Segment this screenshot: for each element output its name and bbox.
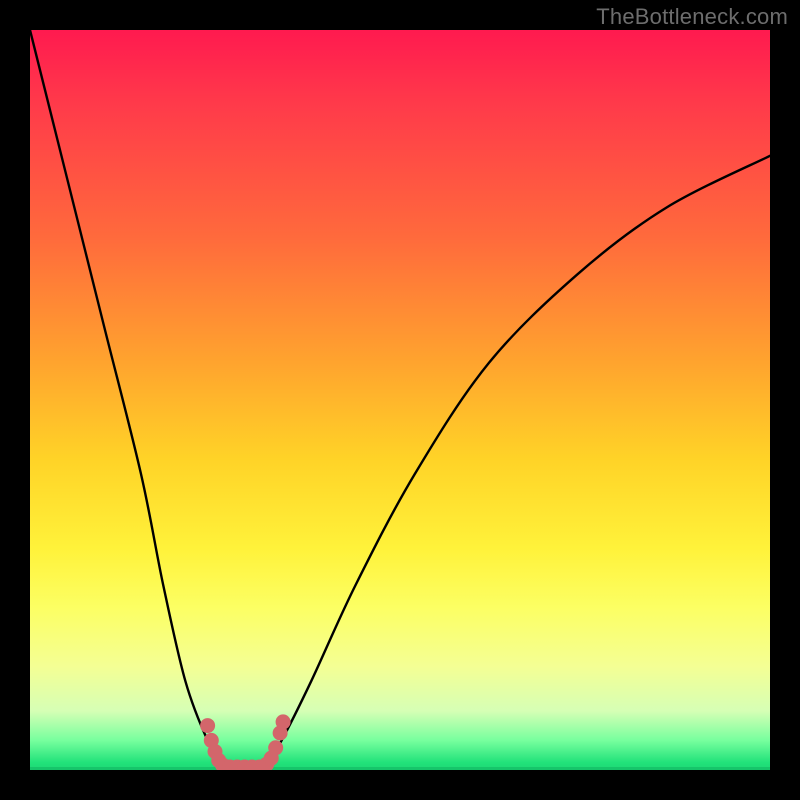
min-region-dots-group: [200, 714, 290, 770]
marker-dot: [200, 718, 215, 733]
bottleneck-curve-path: [30, 30, 770, 770]
bottleneck-chart: TheBottleneck.com: [0, 0, 800, 800]
marker-dot: [276, 714, 291, 729]
marker-dot: [268, 740, 283, 755]
chart-svg: [30, 30, 770, 770]
watermark-text: TheBottleneck.com: [596, 4, 788, 30]
plot-area: [30, 30, 770, 770]
